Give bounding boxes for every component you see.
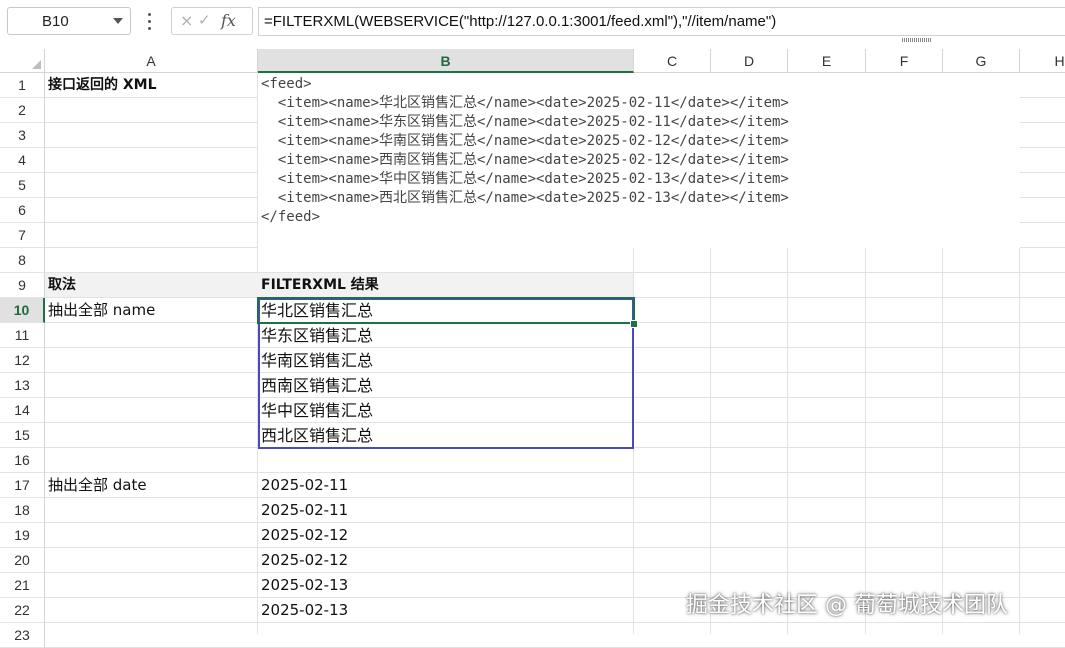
row-gridline bbox=[45, 547, 1065, 548]
column-header-e[interactable]: E bbox=[788, 49, 866, 73]
cell-a17-extract-date[interactable]: 抽出全部 date bbox=[48, 473, 147, 498]
row-header-3[interactable]: 3 bbox=[0, 123, 45, 148]
row-header-12[interactable]: 12 bbox=[0, 348, 45, 373]
row-gridline bbox=[45, 497, 1065, 498]
xml-line: <item><name>华北区销售汇总</name><date>2025-02-… bbox=[261, 95, 789, 111]
column-header-c[interactable]: C bbox=[634, 49, 711, 73]
row-header-7[interactable]: 7 bbox=[0, 223, 45, 248]
row-header-15[interactable]: 15 bbox=[0, 423, 45, 448]
row-header-20[interactable]: 20 bbox=[0, 548, 45, 573]
watermark: 掘金技术社区 @ 葡萄城技术团队 bbox=[686, 593, 1008, 618]
active-cell-border bbox=[257, 297, 635, 324]
column-header-h[interactable]: H bbox=[1020, 49, 1065, 73]
cell-a1-xml-label[interactable]: 接口返回的 XML bbox=[48, 73, 157, 98]
row-header-18[interactable]: 18 bbox=[0, 498, 45, 523]
select-all-corner[interactable] bbox=[0, 49, 45, 73]
xml-line: <feed> bbox=[261, 76, 312, 92]
xml-line: </feed> bbox=[261, 209, 321, 225]
column-header-g[interactable]: G bbox=[943, 49, 1020, 73]
date-result-cell[interactable]: 2025-02-13 bbox=[261, 598, 348, 623]
cell-a9-method-header[interactable]: 取法 bbox=[48, 273, 76, 298]
row-header-10[interactable]: 10 bbox=[0, 298, 45, 323]
row-header-4[interactable]: 4 bbox=[0, 148, 45, 173]
row-header-1[interactable]: 1 bbox=[0, 73, 45, 98]
row-header-21[interactable]: 21 bbox=[0, 573, 45, 598]
date-result-cell[interactable]: 2025-02-12 bbox=[261, 548, 348, 573]
row-gridline bbox=[45, 622, 1065, 623]
row-header-2[interactable]: 2 bbox=[0, 98, 45, 123]
row-header-17[interactable]: 17 bbox=[0, 473, 45, 498]
xml-line: <item><name>西南区销售汇总</name><date>2025-02-… bbox=[261, 152, 789, 168]
row-gridline bbox=[45, 572, 1065, 573]
xml-line: <item><name>华东区销售汇总</name><date>2025-02-… bbox=[261, 114, 789, 130]
row-header-19[interactable]: 19 bbox=[0, 523, 45, 548]
row-header-11[interactable]: 11 bbox=[0, 323, 45, 348]
row-gridline bbox=[45, 472, 1065, 473]
date-result-cell[interactable]: 2025-02-11 bbox=[261, 498, 348, 523]
row-header-8[interactable]: 8 bbox=[0, 248, 45, 273]
row-header-23[interactable]: 23 bbox=[0, 623, 45, 648]
row-header-13[interactable]: 13 bbox=[0, 373, 45, 398]
column-header-b[interactable]: B bbox=[258, 49, 634, 73]
cell-b9-result-header[interactable]: FILTERXML 结果 bbox=[261, 273, 379, 298]
cell-a10-extract-name[interactable]: 抽出全部 name bbox=[48, 298, 155, 323]
xml-line: <item><name>西北区销售汇总</name><date>2025-02-… bbox=[261, 190, 789, 206]
row-header-6[interactable]: 6 bbox=[0, 198, 45, 223]
date-result-cell[interactable]: 2025-02-13 bbox=[261, 573, 348, 598]
column-header-f[interactable]: F bbox=[866, 49, 943, 73]
fill-handle[interactable] bbox=[630, 320, 638, 328]
xml-line: <item><name>华南区销售汇总</name><date>2025-02-… bbox=[261, 133, 789, 149]
row-gridline bbox=[45, 522, 1065, 523]
row-header-16[interactable]: 16 bbox=[0, 448, 45, 473]
column-header-a[interactable]: A bbox=[45, 49, 258, 73]
row-header-5[interactable]: 5 bbox=[0, 173, 45, 198]
date-result-cell[interactable]: 2025-02-12 bbox=[261, 523, 348, 548]
date-result-cell[interactable]: 2025-02-11 bbox=[261, 473, 348, 498]
row-header-9[interactable]: 9 bbox=[0, 273, 45, 298]
column-header-d[interactable]: D bbox=[711, 49, 788, 73]
row-header-22[interactable]: 22 bbox=[0, 598, 45, 623]
row-header-14[interactable]: 14 bbox=[0, 398, 45, 423]
xml-line: <item><name>华中区销售汇总</name><date>2025-02-… bbox=[261, 171, 789, 187]
